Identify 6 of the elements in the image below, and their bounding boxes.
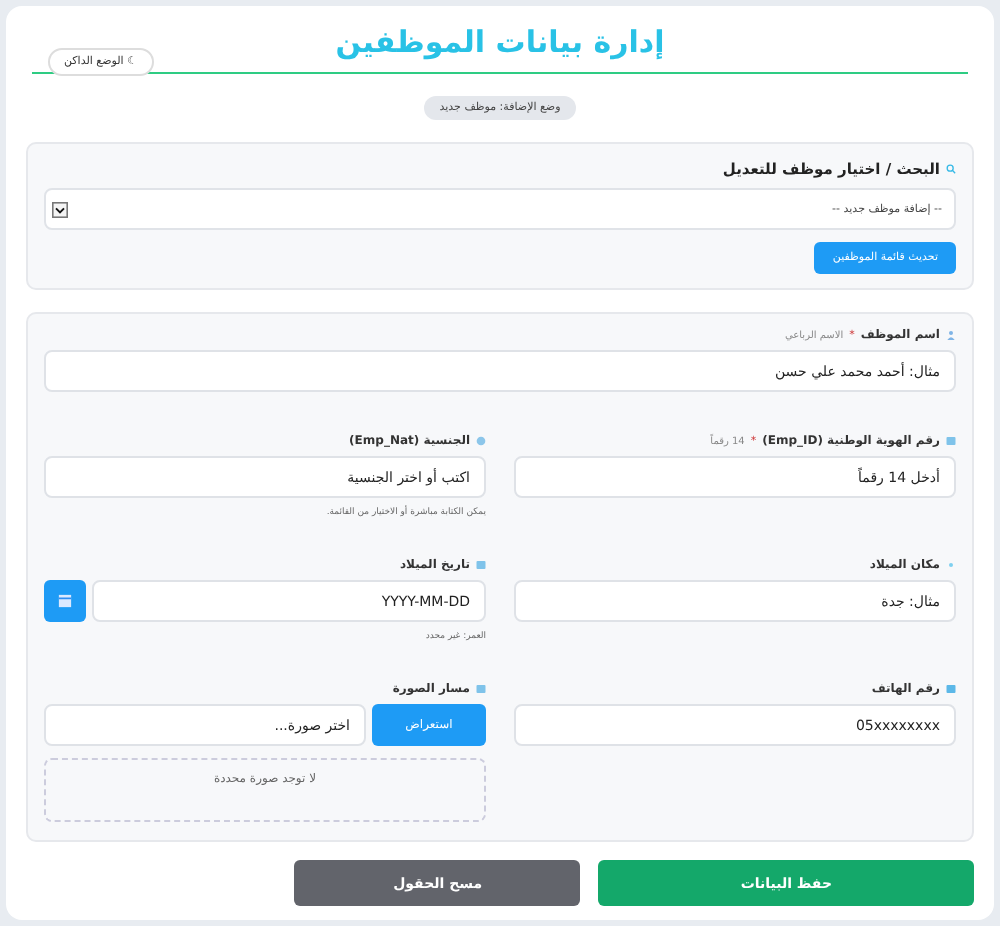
person-icon [946,330,956,340]
calendar-button[interactable] [44,580,86,622]
page-title: إدارة بيانات الموظفين [335,22,665,64]
caret-icon [52,201,68,217]
search-icon [946,164,956,174]
dot-icon [946,560,956,570]
